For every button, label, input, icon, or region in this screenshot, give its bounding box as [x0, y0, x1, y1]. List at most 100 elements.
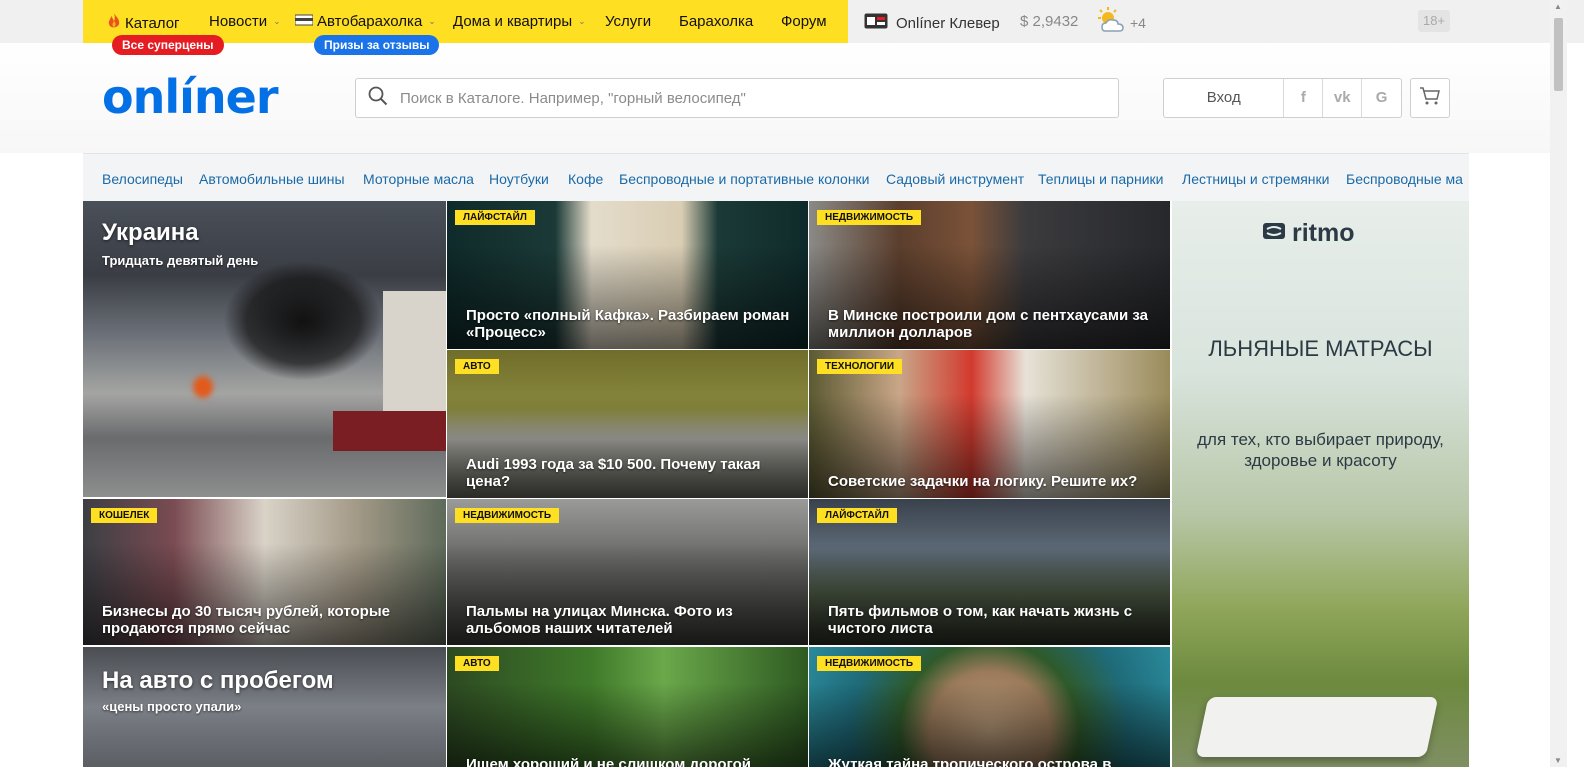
search-input[interactable] — [400, 89, 1100, 107]
nav-auto[interactable]: Автобарахолка ⌄ — [294, 13, 436, 30]
fire-icon — [107, 13, 121, 33]
article-tile[interactable]: Кошелек Бизнесы до 30 тысяч рублей, кото… — [83, 499, 446, 645]
feature-tile-auto[interactable]: На авто с пробегом «цены просто упали» — [83, 647, 446, 767]
feature-title: Украина — [102, 219, 199, 246]
article-title: Советские задачки на логику. Решите их? — [828, 473, 1138, 490]
article-tile[interactable]: Недвижимость Пальмы на улицах Минска. Фо… — [447, 499, 808, 645]
auth-box: Вход f vk G — [1163, 78, 1402, 118]
article-title: Пальмы на улицах Минска. Фото из альбомо… — [466, 603, 733, 637]
fire-glow — [193, 376, 213, 398]
article-title: В Минске построили дом с пентхаусами за … — [828, 307, 1148, 341]
nav-realty-label: Дома и квартиры — [453, 13, 573, 30]
page-scrollbar[interactable]: ▲ ▼ — [1550, 0, 1567, 767]
cart-icon — [1419, 86, 1441, 111]
ad-subtitle: для тех, кто выбирает природу, здоровье … — [1197, 430, 1444, 470]
category-link[interactable]: Беспроводные ма — [1346, 171, 1463, 187]
login-button[interactable]: Вход — [1164, 79, 1285, 117]
red-fence — [333, 411, 446, 451]
article-title: Просто «полный Кафка». Разбираем роман «… — [466, 307, 790, 341]
chevron-down-icon: ⌄ — [578, 16, 586, 26]
nav-forum-label: Форум — [781, 13, 827, 30]
google-icon[interactable]: G — [1362, 79, 1401, 117]
ad-brand-logo: ritmo — [1262, 219, 1355, 248]
feature-tile-ukraine[interactable]: Украина Тридцать девятый день — [83, 201, 446, 497]
article-title: Бизнесы до 30 тысяч рублей, которые прод… — [102, 603, 390, 637]
tile-shade — [809, 683, 1170, 767]
mattress-image — [1195, 697, 1439, 757]
category-link[interactable]: Лестницы и стремянки — [1182, 171, 1330, 187]
article-tile[interactable]: Технологии Советские задачки на логику. … — [809, 350, 1170, 498]
feature-title: На авто с пробегом — [102, 667, 334, 694]
age-restriction-badge: 18+ — [1418, 10, 1450, 32]
weather-widget[interactable]: +4 — [1096, 7, 1146, 39]
category-link[interactable]: Автомобильные шины — [199, 171, 345, 187]
category-link[interactable]: Беспроводные и портативные колонки — [619, 171, 870, 187]
article-tile[interactable]: Лайфстайл Просто «полный Кафка». Разбира… — [447, 201, 808, 349]
search-box[interactable] — [355, 78, 1119, 118]
currency-rate[interactable]: $ 2,9432 — [1020, 13, 1078, 30]
sun-cloud-icon — [1096, 7, 1126, 39]
article-title: Audi 1993 года за $10 500. Почему такая … — [466, 456, 761, 490]
klever-link[interactable]: Onlíner Клевер — [864, 13, 1000, 33]
article-title: Жуткая тайна тропического острова в — [828, 756, 1112, 767]
weather-temp: +4 — [1130, 15, 1146, 31]
category-link[interactable]: Велосипеды — [102, 171, 183, 187]
category-link[interactable]: Моторные масла — [363, 171, 474, 187]
category-link[interactable]: Теплицы и парники — [1038, 171, 1163, 187]
feature-subtitle: «цены просто упали» — [102, 699, 242, 714]
klever-card-icon — [864, 13, 888, 33]
article-tile[interactable]: Авто Ищем хороший и не слишком дорогой — [447, 647, 808, 767]
article-tag: Лайфстайл — [455, 210, 535, 225]
chevron-down-icon: ⌄ — [428, 16, 436, 26]
promo-catalog-badge[interactable]: Все суперцены — [112, 35, 224, 55]
article-title: Пять фильмов о том, как начать жизнь с ч… — [828, 603, 1133, 637]
article-tag: Недвижимость — [455, 508, 560, 523]
vk-icon[interactable]: vk — [1323, 79, 1363, 117]
article-tile[interactable]: Недвижимость В Минске построили дом с пе… — [809, 201, 1170, 349]
facebook-icon[interactable]: f — [1284, 79, 1324, 117]
car-flag-icon — [294, 13, 314, 30]
article-tile[interactable]: Авто Audi 1993 года за $10 500. Почему т… — [447, 350, 808, 498]
article-tag: Недвижимость — [817, 656, 922, 671]
onliner-logo[interactable]: onlíner — [102, 70, 279, 124]
article-tag: Технологии — [817, 359, 903, 374]
article-title: Ищем хороший и не слишком дорогой — [466, 756, 751, 767]
promo-auto-badge[interactable]: Призы за отзывы — [314, 35, 440, 55]
nav-baraholka[interactable]: Барахолка — [679, 13, 753, 30]
article-tag: Лайфстайл — [817, 508, 897, 523]
nav-forum[interactable]: Форум — [781, 13, 827, 30]
chevron-down-icon: ⌄ — [273, 16, 281, 26]
smoke-cloud — [223, 261, 383, 381]
category-link[interactable]: Ноутбуки — [489, 171, 549, 187]
klever-label: Onlíner Клевер — [896, 14, 1000, 32]
article-tag: Авто — [455, 656, 499, 671]
category-link[interactable]: Кофе — [568, 171, 603, 187]
tile-shade — [447, 683, 808, 767]
article-tag: Недвижимость — [817, 210, 922, 225]
nav-services[interactable]: Услуги — [605, 13, 651, 30]
scroll-thumb[interactable] — [1554, 18, 1563, 91]
ad-title: ЛЬНЯНЫЕ МАТРАСЫ — [1208, 336, 1433, 361]
ad-banner[interactable]: ritmo ЛЬНЯНЫЕ МАТРАСЫ для тех, кто выбир… — [1172, 201, 1469, 767]
scroll-up-arrow-icon[interactable]: ▲ — [1554, 2, 1562, 11]
nav-auto-label: Автобарахолка — [317, 13, 423, 30]
article-tag: Авто — [455, 359, 499, 374]
scroll-down-arrow-icon[interactable]: ▼ — [1554, 756, 1562, 765]
category-link[interactable]: Садовый инструмент — [886, 171, 1024, 187]
nav-catalog[interactable]: Каталог — [107, 13, 180, 33]
nav-news[interactable]: Новости ⌄ — [209, 13, 281, 30]
ritmo-logo-icon — [1262, 219, 1286, 248]
nav-services-label: Услуги — [605, 13, 652, 30]
popular-categories-bar: Велосипеды Автомобильные шины Моторные м… — [83, 153, 1469, 201]
article-tile[interactable]: Недвижимость Жуткая тайна тропического о… — [809, 647, 1170, 767]
nav-news-label: Новости — [209, 13, 268, 30]
search-icon — [368, 86, 398, 111]
article-tag: Кошелек — [91, 508, 158, 523]
ad-brand-name: ritmo — [1292, 219, 1355, 247]
article-tile[interactable]: Лайфстайл Пять фильмов о том, как начать… — [809, 499, 1170, 645]
nav-catalog-label: Каталог — [125, 14, 180, 32]
feature-subtitle: Тридцать девятый день — [102, 253, 259, 268]
nav-realty[interactable]: Дома и квартиры ⌄ — [453, 13, 586, 30]
nav-baraholka-label: Барахолка — [679, 13, 754, 30]
cart-button[interactable] — [1410, 78, 1450, 118]
